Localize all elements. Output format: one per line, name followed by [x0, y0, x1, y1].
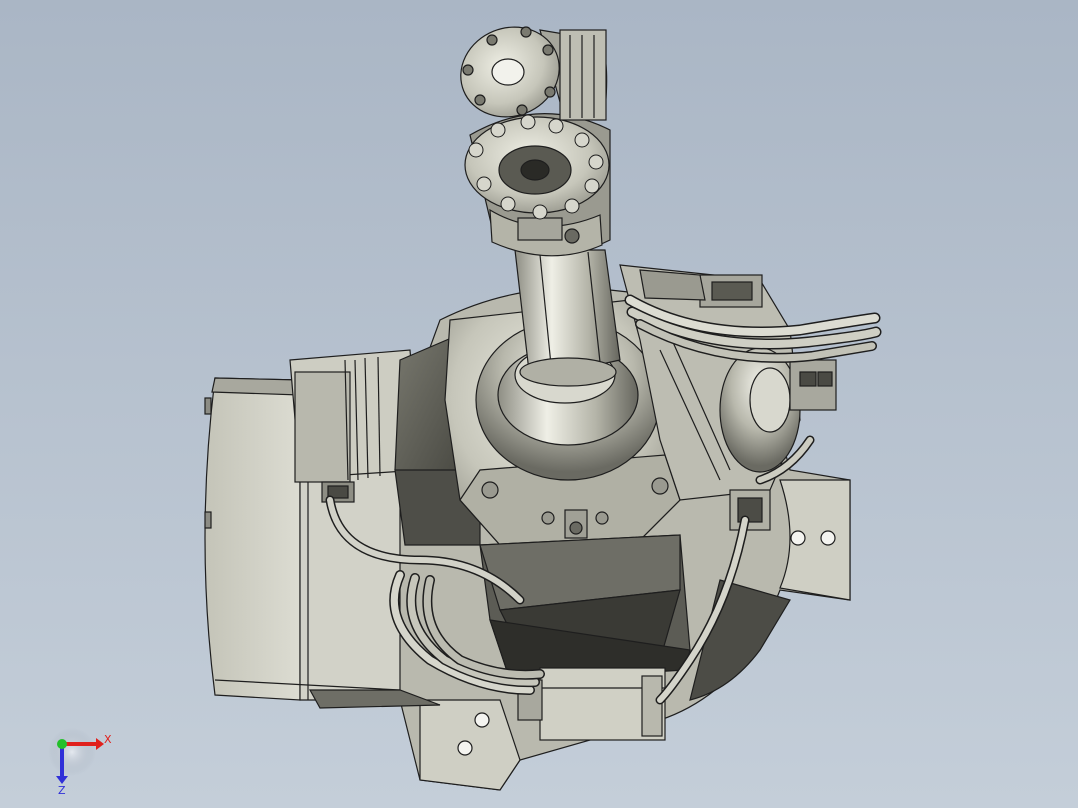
x-axis-label: X: [104, 733, 112, 746]
graphics-viewport[interactable]: X Z: [0, 0, 1078, 808]
upper-arm-link: [514, 249, 621, 387]
x-axis-arrow: [96, 738, 104, 750]
lower-gearbox: [479, 534, 691, 681]
reference-triad: X Z: [48, 728, 112, 796]
tool-flange: [460, 26, 608, 121]
z-axis-label: Z: [58, 784, 66, 796]
z-axis-arrow: [56, 776, 68, 784]
robot-arm-3d-model[interactable]: [0, 0, 1078, 808]
triad-background: [48, 728, 96, 776]
y-axis-origin: [57, 739, 67, 749]
